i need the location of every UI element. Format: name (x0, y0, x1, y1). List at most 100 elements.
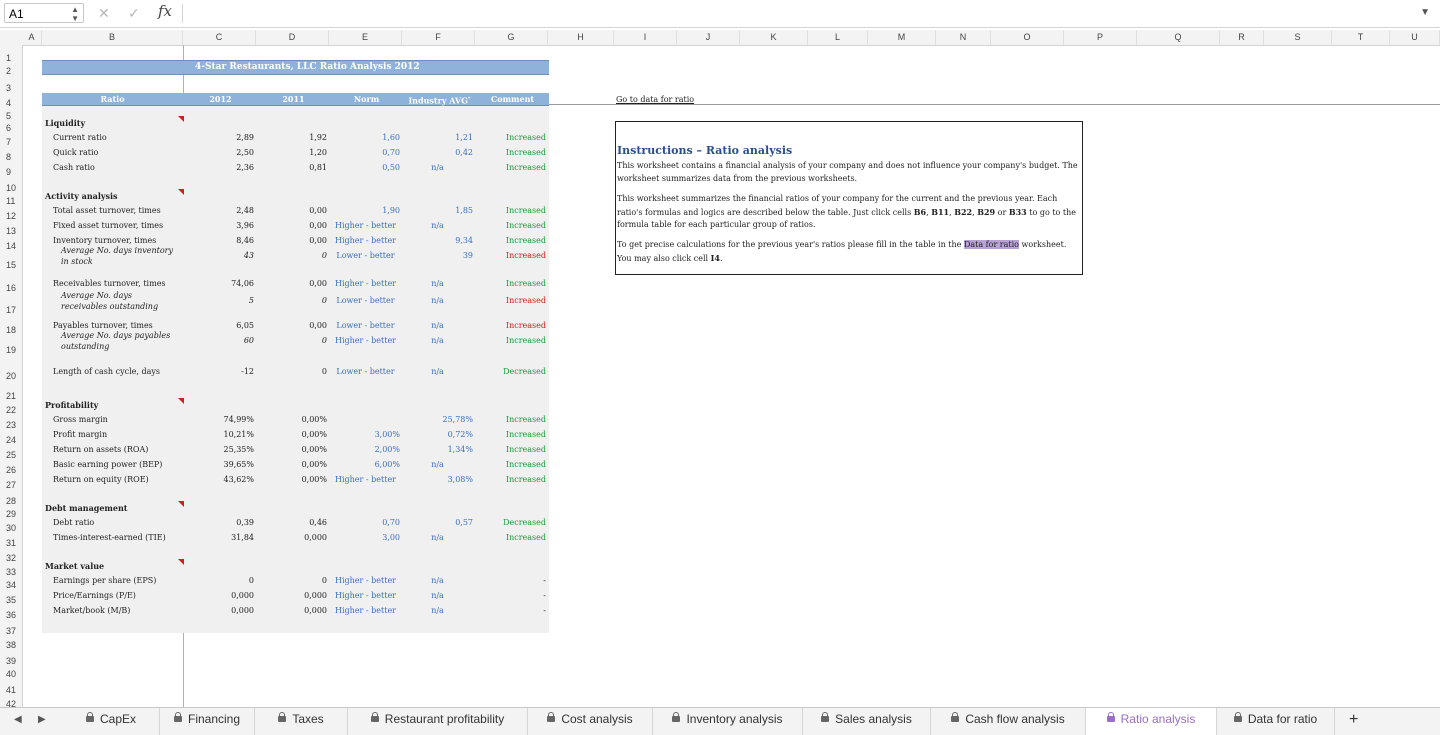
close-icon[interactable]: ✕ (98, 5, 110, 22)
tab-restaurant-profitability[interactable]: Restaurant profitability (348, 708, 528, 735)
row-header-16[interactable]: 16 (0, 283, 22, 293)
row-header-13[interactable]: 13 (0, 226, 22, 236)
column-header-s[interactable]: S (1264, 30, 1332, 45)
column-header-a[interactable]: A (22, 30, 42, 45)
column-header-p[interactable]: P (1064, 30, 1137, 45)
row-header-24[interactable]: 24 (0, 435, 22, 445)
column-header-h[interactable]: H (548, 30, 614, 45)
name-box-stepper-icon[interactable]: ▲ ▼ (71, 5, 79, 23)
name-box[interactable]: A1 ▲ ▼ (4, 3, 84, 23)
tab-data-for-ratio[interactable]: Data for ratio (1217, 708, 1335, 735)
row-header-1[interactable]: 1 (0, 53, 22, 63)
column-header-g[interactable]: G (475, 30, 548, 45)
fx-icon[interactable]: fx (158, 2, 172, 20)
row-header-18[interactable]: 18 (0, 325, 22, 335)
column-header-e[interactable]: E (329, 30, 402, 45)
tab-sales-analysis[interactable]: Sales analysis (803, 708, 931, 735)
column-header-m[interactable]: M (868, 30, 936, 45)
row-header-8[interactable]: 8 (0, 152, 22, 162)
table-row-2012: 2,50 (236, 148, 254, 157)
column-header-f[interactable]: F (402, 30, 475, 45)
comment-indicator[interactable] (178, 501, 184, 507)
check-icon[interactable]: ✓ (128, 5, 140, 22)
row-header-12[interactable]: 12 (0, 211, 22, 221)
column-header-q[interactable]: Q (1137, 30, 1220, 45)
column-header-k[interactable]: K (740, 30, 808, 45)
column-header-i[interactable]: I (614, 30, 677, 45)
row-header-27[interactable]: 27 (0, 480, 22, 490)
row-header-14[interactable]: 14 (0, 241, 22, 251)
row-header-29[interactable]: 29 (0, 509, 22, 519)
tab-next-icon[interactable]: ▶ (38, 714, 46, 725)
comment-indicator[interactable] (178, 559, 184, 565)
tab-cash-flow-analysis[interactable]: Cash flow analysis (931, 708, 1086, 735)
row-header-3[interactable]: 3 (0, 83, 22, 93)
column-header-u[interactable]: U (1390, 30, 1440, 45)
row-header-7[interactable]: 7 (0, 137, 22, 147)
section-liquidity[interactable]: Liquidity (45, 118, 85, 129)
column-header-d[interactable]: D (256, 30, 329, 45)
header-norm: Norm (353, 94, 380, 104)
row-header-17[interactable]: 17 (0, 305, 22, 315)
add-sheet-icon[interactable]: + (1349, 711, 1358, 729)
row-header-20[interactable]: 20 (0, 371, 22, 381)
row-header-36[interactable]: 36 (0, 610, 22, 620)
row-header-15[interactable]: 15 (0, 260, 22, 270)
column-header-c[interactable]: C (183, 30, 256, 45)
row-header-23[interactable]: 23 (0, 420, 22, 430)
row-header-38[interactable]: 38 (0, 640, 22, 650)
row-header-9[interactable]: 9 (0, 167, 22, 177)
section-market[interactable]: Market value (45, 561, 104, 572)
row-header-32[interactable]: 32 (0, 553, 22, 563)
row-header-40[interactable]: 40 (0, 669, 22, 679)
comment-indicator[interactable] (178, 189, 184, 195)
row-header-28[interactable]: 28 (0, 496, 22, 506)
table-row-norm: 0,50 (382, 163, 400, 172)
row-header-19[interactable]: 19 (0, 345, 22, 355)
go-to-data-link[interactable]: Go to data for ratio (616, 95, 694, 104)
row-header-2[interactable]: 2 (0, 66, 22, 76)
section-debt[interactable]: Debt management (45, 503, 128, 514)
table-row-comment: - (543, 606, 546, 615)
tab-prev-icon[interactable]: ◀ (14, 714, 22, 725)
column-header-r[interactable]: R (1220, 30, 1264, 45)
section-activity[interactable]: Activity analysis (45, 191, 118, 202)
table-row-2011: 0 (321, 367, 327, 376)
tab-ratio-analysis[interactable]: Ratio analysis (1086, 708, 1217, 735)
tab-capex[interactable]: CapEx (63, 708, 160, 735)
row-header-30[interactable]: 30 (0, 523, 22, 533)
row-header-41[interactable]: 41 (0, 685, 22, 695)
row-header-21[interactable]: 21 (0, 391, 22, 401)
row-header-31[interactable]: 31 (0, 538, 22, 548)
row-header-6[interactable]: 6 (0, 123, 22, 133)
comment-indicator[interactable] (178, 116, 184, 122)
row-header-39[interactable]: 39 (0, 656, 22, 666)
data-for-ratio-link[interactable]: Data for ratio (963, 240, 1019, 249)
section-profitability[interactable]: Profitability (45, 400, 98, 411)
row-header-4[interactable]: 4 (0, 98, 22, 108)
tab-cost-analysis[interactable]: Cost analysis (528, 708, 653, 735)
chevron-down-icon[interactable]: ▼ (1420, 7, 1430, 18)
tab-financing[interactable]: Financing (160, 708, 255, 735)
tab-inventory-analysis[interactable]: Inventory analysis (653, 708, 803, 735)
comment-indicator[interactable] (178, 398, 184, 404)
column-header-o[interactable]: O (991, 30, 1064, 45)
row-header-10[interactable]: 10 (0, 183, 22, 193)
row-header-25[interactable]: 25 (0, 450, 22, 460)
row-header-33[interactable]: 33 (0, 567, 22, 577)
row-header-26[interactable]: 26 (0, 465, 22, 475)
row-header-11[interactable]: 11 (0, 196, 22, 206)
row-header-35[interactable]: 35 (0, 595, 22, 605)
tab-taxes[interactable]: Taxes (255, 708, 348, 735)
column-header-t[interactable]: T (1332, 30, 1390, 45)
row-header-42[interactable]: 42 (0, 699, 22, 707)
column-header-b[interactable]: B (42, 30, 183, 45)
column-header-l[interactable]: L (808, 30, 868, 45)
row-header-5[interactable]: 5 (0, 111, 22, 121)
instructions-title: Instructions – Ratio analysis (617, 144, 793, 157)
row-header-22[interactable]: 22 (0, 405, 22, 415)
row-header-37[interactable]: 37 (0, 626, 22, 636)
row-header-34[interactable]: 34 (0, 580, 22, 590)
column-header-n[interactable]: N (936, 30, 991, 45)
column-header-j[interactable]: J (677, 30, 740, 45)
